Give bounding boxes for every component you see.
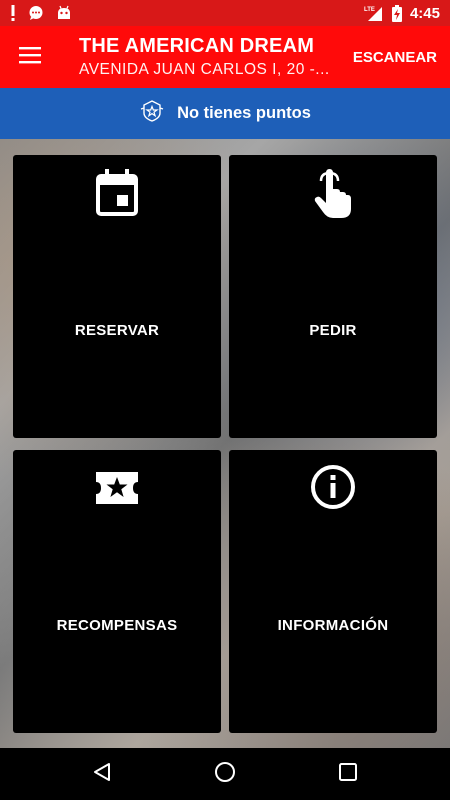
points-status-text: No tienes puntos [177, 104, 311, 122]
back-icon [92, 762, 112, 787]
alert-icon [10, 5, 16, 21]
badge-star-icon [139, 100, 165, 127]
recompensas-tile[interactable]: RECOMPENSAS [13, 450, 221, 733]
info-icon [310, 464, 356, 515]
signal-icon: LTE [364, 5, 384, 21]
home-button[interactable] [195, 748, 255, 800]
points-bar[interactable]: No tienes puntos [0, 88, 450, 139]
page-subtitle: AVENIDA JUAN CARLOS I, 20 -... [79, 61, 330, 78]
reservar-tile[interactable]: RESERVAR [13, 155, 221, 438]
back-button[interactable] [72, 748, 132, 800]
page-title: THE AMERICAN DREAM [79, 35, 315, 57]
menu-button[interactable] [0, 26, 60, 88]
chat-bubble-icon [28, 5, 44, 21]
hand-pointer-icon [313, 169, 353, 224]
app-titles: THE AMERICAN DREAM AVENIDA JUAN CARLOS I… [60, 35, 340, 79]
scan-button[interactable]: ESCANEAR [340, 26, 450, 88]
status-bar: LTE 4:45 [0, 0, 450, 26]
battery-charging-icon [391, 4, 402, 22]
recents-icon [339, 762, 358, 786]
pedir-tile[interactable]: PEDIR [229, 155, 437, 438]
status-time: 4:45 [409, 4, 440, 22]
informacion-label: INFORMACIÓN [277, 617, 389, 634]
recents-button[interactable] [318, 748, 378, 800]
informacion-tile[interactable]: INFORMACIÓN [229, 450, 437, 733]
hamburger-menu-icon [19, 46, 41, 69]
reservar-label: RESERVAR [74, 322, 160, 339]
system-nav-bar [0, 748, 450, 800]
svg-text:LTE: LTE [364, 7, 375, 13]
app-bar: THE AMERICAN DREAM AVENIDA JUAN CARLOS I… [0, 26, 450, 88]
main-content: RESERVAR PEDIR RECOMPENSAS INFORMACIÓN [0, 139, 450, 748]
home-icon [214, 761, 236, 788]
ticket-star-icon [94, 470, 140, 511]
calendar-icon [95, 169, 139, 222]
android-icon [56, 5, 72, 21]
pedir-label: PEDIR [309, 322, 357, 339]
recompensas-label: RECOMPENSAS [56, 617, 178, 634]
